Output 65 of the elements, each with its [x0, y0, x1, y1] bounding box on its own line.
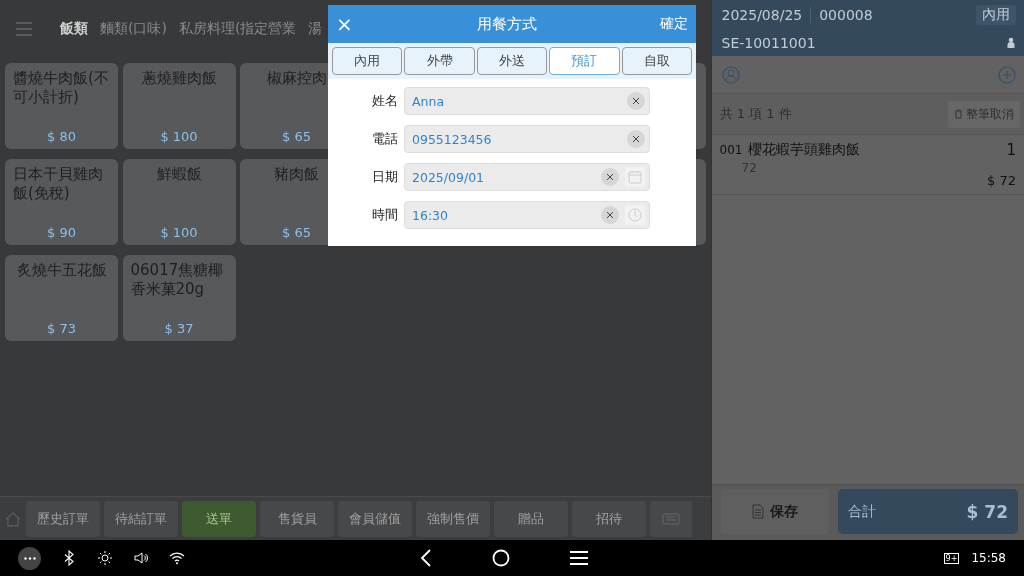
more-icon	[23, 556, 36, 560]
wifi-icon[interactable]	[169, 550, 185, 566]
clear-button[interactable]	[627, 92, 645, 110]
close-icon	[606, 173, 614, 181]
confirm-button[interactable]: 確定	[660, 15, 688, 33]
home-icon[interactable]	[492, 549, 510, 567]
back-icon[interactable]	[420, 549, 432, 567]
brightness-icon[interactable]	[97, 550, 113, 566]
product-card[interactable]: 06017焦糖椰香米菓20g $ 37	[122, 255, 236, 341]
volume-icon[interactable]	[133, 550, 149, 566]
field-label: 日期	[371, 168, 398, 186]
item-amount: $ 72	[987, 173, 1016, 188]
action-button[interactable]: 招待	[572, 500, 646, 537]
input-field[interactable]: 2025/09/01	[404, 163, 650, 191]
action-button[interactable]: 歷史訂單	[26, 500, 100, 537]
order-serial: SE-10011001	[721, 35, 816, 51]
order-date: 2025/08/25	[721, 7, 803, 23]
trash-icon	[954, 109, 963, 119]
category-tab[interactable]: 飯類	[60, 19, 88, 38]
product-card[interactable]: 蔥燒雞肉飯 $ 100	[122, 63, 236, 149]
dining-type-tab[interactable]: 外送	[476, 47, 548, 75]
item-number: 001	[719, 143, 743, 157]
clock-icon	[628, 208, 642, 222]
total-button[interactable]: 合計 $ 72	[837, 489, 1018, 534]
close-icon	[632, 97, 640, 105]
input-field[interactable]: Anna	[404, 87, 650, 115]
action-button[interactable]: 待結訂單	[104, 500, 178, 537]
clear-button[interactable]	[601, 206, 619, 224]
field-label: 時間	[371, 206, 398, 224]
field-label: 電話	[371, 130, 398, 148]
save-button[interactable]: 保存	[720, 489, 829, 534]
calendar-icon	[628, 170, 642, 184]
product-card[interactable]: 鮮蝦飯 $ 100	[122, 159, 236, 245]
clear-button[interactable]	[627, 130, 645, 148]
category-tab[interactable]: 湯	[308, 19, 323, 38]
person-icon	[1006, 37, 1016, 49]
close-icon	[606, 211, 614, 219]
home-icon	[4, 509, 22, 528]
action-button[interactable]: 會員儲值	[338, 500, 412, 537]
item-name: 櫻花蝦芋頭雞肉飯	[748, 141, 861, 159]
document-icon	[751, 504, 764, 519]
action-button[interactable]: 贈品	[494, 500, 568, 537]
category-tab[interactable]: 私房料理(指定營業	[178, 19, 297, 38]
input-field[interactable]: 16:30	[404, 201, 650, 229]
category-tab[interactable]: 麵類(口味)	[100, 19, 167, 38]
more-button[interactable]	[18, 546, 41, 570]
field-label: 姓名	[371, 92, 398, 110]
close-icon	[632, 135, 640, 143]
dining-type-tab[interactable]: 內用	[332, 47, 403, 75]
item-quantity: 1	[1006, 141, 1016, 159]
dialog-title: 用餐方式	[477, 14, 538, 34]
clear-button[interactable]	[601, 168, 619, 186]
dining-type-tab[interactable]: 外帶	[404, 47, 475, 75]
clock: 15:58	[971, 551, 1006, 565]
action-button[interactable]: 強制售價	[416, 500, 490, 537]
input-field[interactable]: 0955123456	[404, 125, 650, 153]
order-number: 000008	[819, 7, 873, 23]
action-button[interactable]: 送單	[182, 500, 256, 537]
close-button[interactable]: ×	[334, 12, 355, 36]
dining-type-tab[interactable]: 自取	[621, 47, 693, 75]
order-type-badge: 內用	[976, 5, 1016, 25]
notification-badge: 9+	[943, 552, 960, 564]
dining-type-tab[interactable]: 預訂	[549, 47, 620, 75]
action-button[interactable]: 售貨員	[260, 500, 334, 537]
product-card[interactable]: 炙燒牛五花飯 $ 73	[5, 255, 118, 341]
